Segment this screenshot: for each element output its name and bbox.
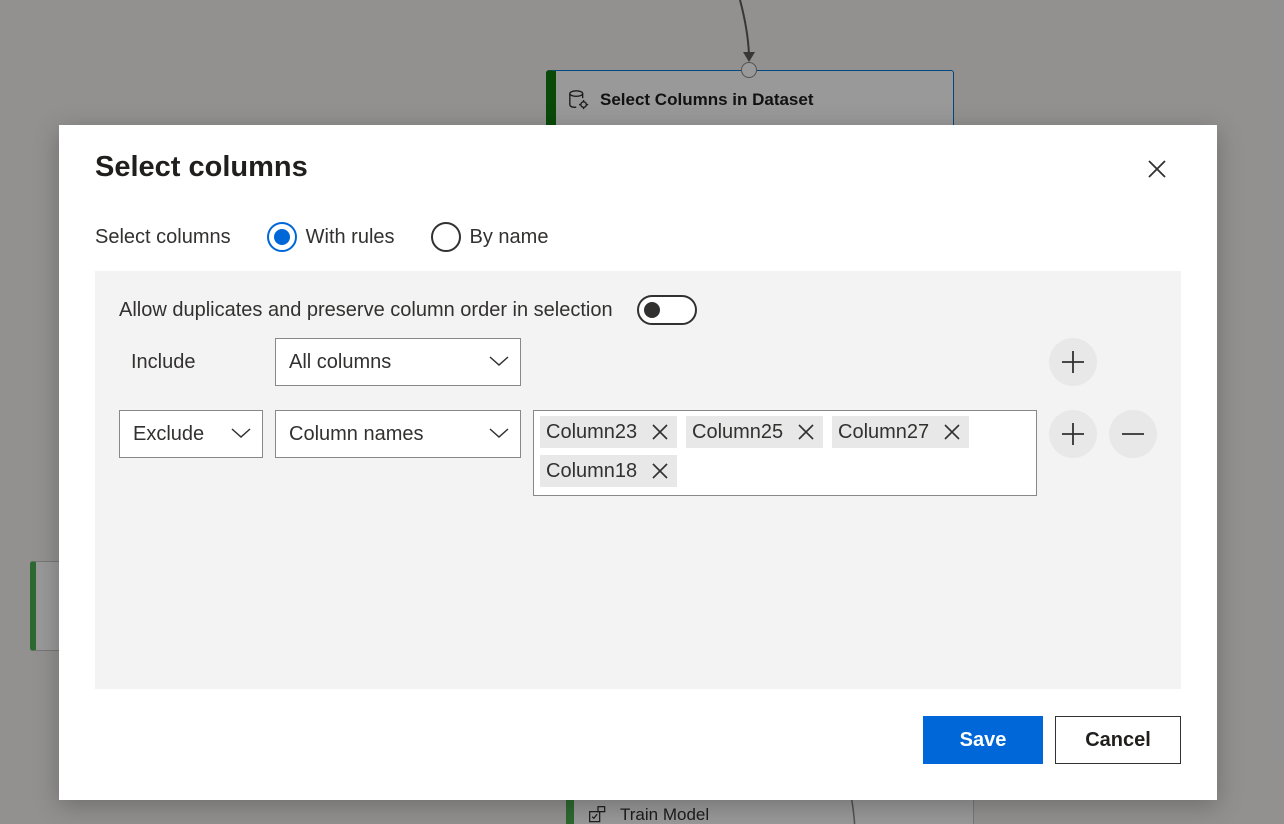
select-columns-label: Select columns	[95, 225, 231, 248]
dropdown-value: Exclude	[133, 422, 205, 445]
radio-label: With rules	[305, 225, 395, 248]
remove-rule-button[interactable]	[1109, 410, 1157, 458]
cancel-button[interactable]: Cancel	[1055, 716, 1181, 764]
tag-column23: Column23	[540, 416, 678, 448]
remove-tag-icon[interactable]	[943, 423, 961, 441]
tag-label: Column27	[838, 420, 930, 443]
column-names-dropdown[interactable]: Column names	[275, 410, 521, 458]
toggle-label: Allow duplicates and preserve column ord…	[119, 298, 613, 321]
add-rule-button[interactable]	[1049, 338, 1097, 386]
duplicates-toggle-row: Allow duplicates and preserve column ord…	[119, 295, 697, 325]
duplicates-toggle[interactable]	[636, 295, 697, 325]
remove-tag-icon[interactable]	[651, 423, 669, 441]
chevron-down-icon	[489, 356, 509, 367]
plus-icon	[1062, 423, 1084, 445]
tag-label: Column25	[692, 420, 784, 443]
include-label: Include	[131, 351, 196, 373]
select-columns-dialog: Select columns Select columns With rules…	[59, 125, 1217, 800]
radio-unchecked-icon	[430, 222, 461, 252]
tag-label: Column23	[546, 420, 638, 443]
close-button[interactable]	[1143, 155, 1171, 183]
close-icon	[1148, 160, 1166, 178]
tag-label: Column18	[546, 459, 638, 482]
dropdown-value: Column names	[289, 422, 424, 445]
radio-checked-icon	[266, 222, 297, 252]
remove-tag-icon[interactable]	[651, 462, 669, 480]
tag-column27: Column27	[832, 416, 970, 448]
remove-tag-icon[interactable]	[797, 423, 815, 441]
exclude-dropdown[interactable]: Exclude	[119, 410, 263, 458]
toggle-knob	[643, 302, 660, 318]
dialog-title: Select columns	[95, 151, 308, 183]
tag-column25: Column25	[686, 416, 824, 448]
save-button[interactable]: Save	[923, 716, 1043, 764]
minus-icon	[1122, 433, 1144, 435]
plus-icon	[1062, 351, 1084, 373]
radio-label: By name	[469, 225, 549, 248]
add-exclude-rule-button[interactable]	[1049, 410, 1097, 458]
column-tags-input[interactable]: Column23 Column25 Column27 Column18	[533, 410, 1037, 496]
chevron-down-icon	[231, 428, 251, 439]
radio-with-rules[interactable]: With rules	[266, 222, 395, 252]
tag-column18: Column18	[540, 455, 678, 487]
chevron-down-icon	[489, 428, 509, 439]
dropdown-value: All columns	[289, 350, 392, 373]
select-mode-row: Select columns With rules By name	[95, 221, 584, 253]
radio-by-name[interactable]: By name	[430, 222, 549, 252]
rules-panel: Allow duplicates and preserve column ord…	[95, 271, 1181, 689]
include-columns-dropdown[interactable]: All columns	[275, 338, 521, 386]
